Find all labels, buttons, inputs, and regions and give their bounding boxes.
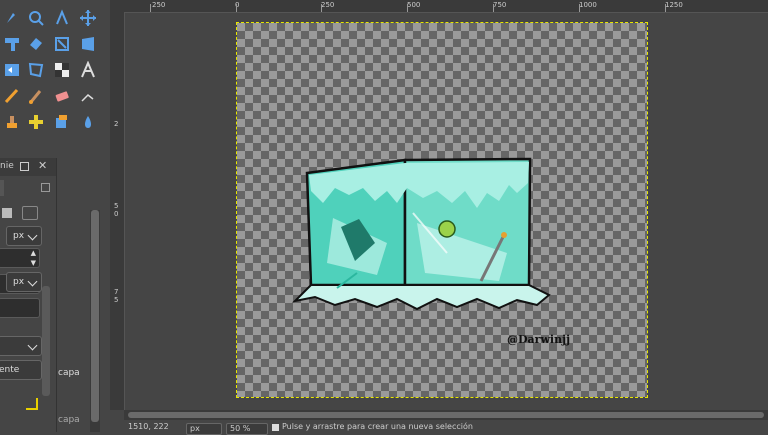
ruler-label: 0 [114, 210, 119, 218]
dock-title: nie [0, 161, 14, 171]
reset-options-icon[interactable] [26, 398, 38, 410]
cage-tool-icon[interactable] [24, 58, 48, 82]
pencil-tool-icon[interactable] [0, 84, 24, 108]
horizontal-ruler[interactable]: 250 0 250 500 750 1000 1250 [124, 0, 768, 13]
ruler-tick [579, 4, 580, 12]
ruler-tick [150, 4, 151, 12]
ruler-tick [493, 4, 494, 12]
artist-signature: @Darwinjj [507, 333, 571, 346]
restore-icon[interactable] [20, 162, 29, 171]
text-tool-icon[interactable] [76, 58, 100, 82]
status-warning-icon [272, 424, 279, 431]
unit-select-value: px [13, 231, 25, 241]
canvas-horizontal-scrollbar[interactable] [124, 410, 768, 420]
blur-tool-icon[interactable] [76, 110, 100, 134]
zoom-selector[interactable]: 50 % [226, 423, 268, 435]
ruler-tick [321, 4, 322, 12]
dock-menu-icon[interactable] [41, 183, 50, 192]
spin-down-icon[interactable]: ▼ [31, 259, 36, 267]
ruler-corner [110, 0, 124, 12]
pointer-coordinates: 1510, 222 [128, 422, 169, 431]
tool-options-dock: nie ✕ px ▲ ▼ px ente [0, 158, 57, 432]
image-canvas[interactable]: @Darwinjj [236, 22, 648, 398]
perspective-tool-icon[interactable] [76, 32, 100, 56]
unit-select-2[interactable]: px [6, 272, 42, 292]
size-width-input[interactable]: ▲ ▼ [0, 248, 40, 268]
ruler-label: 5 [114, 296, 119, 304]
ruler-label: 5 [114, 202, 119, 210]
toolbox [0, 0, 104, 148]
scrollbar-thumb[interactable] [128, 412, 764, 418]
ruler-label: 7 [114, 288, 119, 296]
chevron-down-icon [27, 230, 38, 241]
ruler-label: 1000 [579, 1, 597, 9]
unit-selector[interactable]: px [186, 423, 222, 435]
align-tool-icon[interactable] [0, 32, 24, 56]
layer-fill-select[interactable] [0, 336, 42, 356]
vertical-ruler[interactable]: 2 5 0 7 5 [110, 12, 125, 410]
transform-tool-icon[interactable] [24, 32, 48, 56]
bucket-fill-tool-icon[interactable] [50, 110, 74, 134]
ruler-label: 250 [152, 1, 166, 9]
spin-up-icon[interactable]: ▲ [31, 249, 36, 257]
ruler-tick [236, 4, 237, 12]
chain-icon[interactable] [2, 208, 12, 218]
fill-option-label: ente [0, 365, 20, 375]
ruler-label: 750 [493, 1, 507, 9]
airbrush-tool-icon[interactable] [76, 84, 100, 108]
crop-tool-icon[interactable] [50, 32, 74, 56]
ruler-tick [407, 4, 408, 12]
status-bar: 1510, 222 px 50 % Pulse y arrastre para … [124, 420, 768, 435]
move-tool-icon[interactable] [76, 6, 100, 30]
dock-tab[interactable] [0, 180, 4, 196]
dock-scrollbar[interactable] [42, 286, 50, 396]
ruler-label: 500 [407, 1, 421, 9]
ruler-tick [665, 4, 666, 12]
measure-tool-icon[interactable] [50, 6, 74, 30]
close-icon[interactable]: ✕ [38, 159, 47, 172]
dock-vertical-scrollbar[interactable] [90, 210, 100, 432]
flip-tool-icon[interactable] [0, 58, 24, 82]
ruler-label: 250 [321, 1, 335, 9]
checker-tool-icon[interactable] [50, 58, 74, 82]
ruler-label: 2 [114, 120, 119, 128]
offset-input[interactable] [0, 298, 40, 318]
paths-tool-icon[interactable] [0, 6, 24, 30]
ruler-label: 1250 [665, 1, 683, 9]
canvas-area[interactable]: @Darwinjj [125, 13, 768, 410]
fill-option-button[interactable]: ente [0, 360, 42, 380]
chevron-down-icon [27, 276, 38, 287]
paintbrush-tool-icon[interactable] [24, 84, 48, 108]
scrollbar-thumb[interactable] [91, 210, 99, 422]
dock-title-bar: nie ✕ [0, 158, 56, 176]
status-message: Pulse y arrastre para crear una nueva se… [282, 422, 473, 431]
layer-label-2: capa [58, 415, 80, 425]
reset-icon[interactable] [22, 206, 38, 220]
unit-select-2-value: px [13, 277, 25, 287]
ice-cube-artwork [291, 157, 551, 311]
eraser-tool-icon[interactable] [50, 84, 74, 108]
zoom-tool-icon[interactable] [24, 6, 48, 30]
unit-select[interactable]: px [6, 226, 42, 246]
clone-tool-icon[interactable] [0, 110, 24, 134]
chevron-down-icon [27, 340, 38, 351]
heal-tool-icon[interactable] [24, 110, 48, 134]
layer-label: capa [58, 368, 80, 378]
